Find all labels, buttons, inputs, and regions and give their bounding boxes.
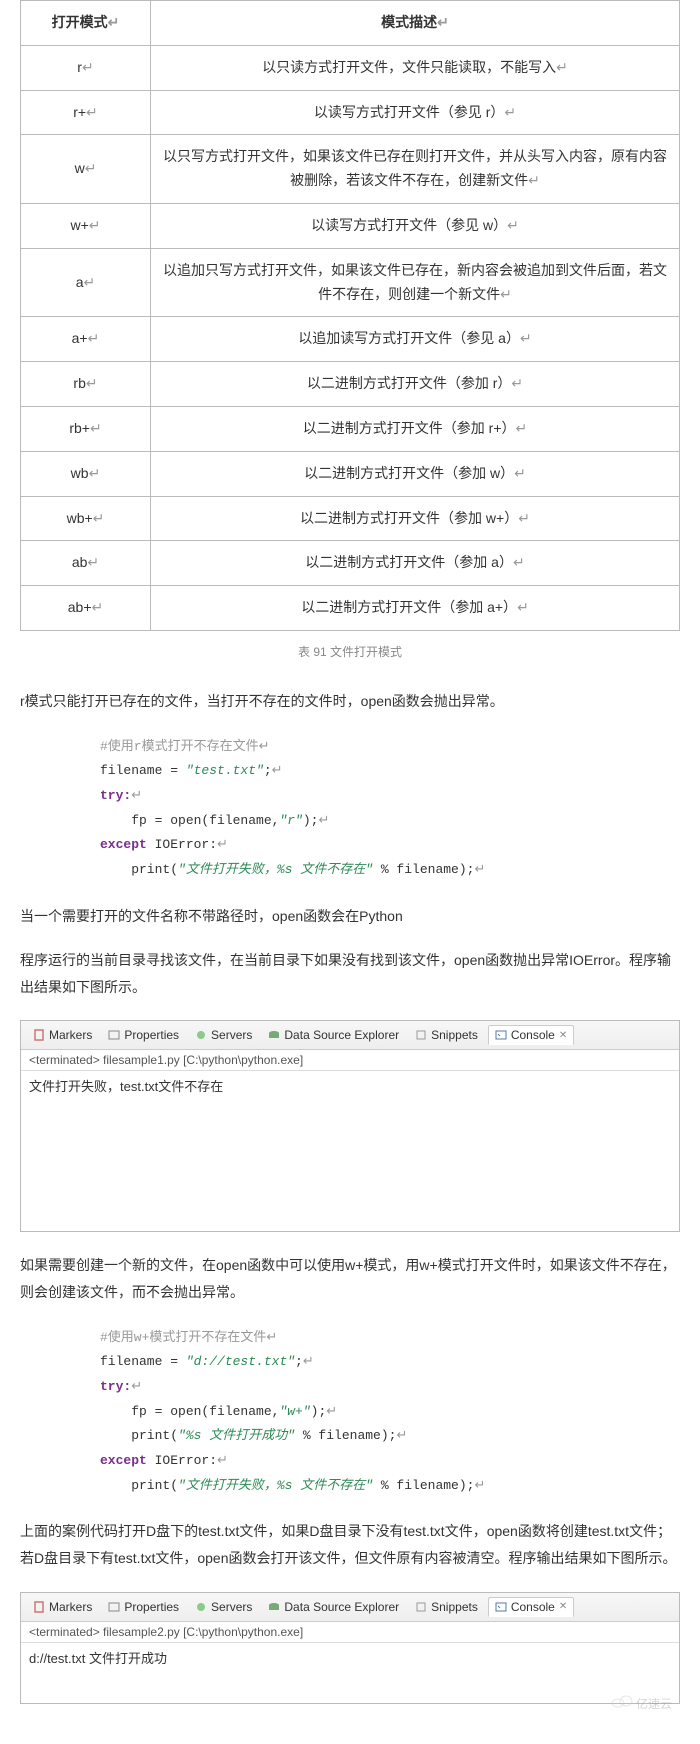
- console-status: <terminated> filesample2.py [C:\python\p…: [21, 1622, 679, 1643]
- table-row: rb↵以二进制方式打开文件（参加 r）↵: [21, 362, 680, 407]
- console-output: d://test.txt 文件打开成功: [21, 1643, 679, 1703]
- paragraph: 上面的案例代码打开D盘下的test.txt文件，如果D盘目录下没有test.tx…: [20, 1518, 680, 1571]
- table-row: wb↵以二进制方式打开文件（参加 w）↵: [21, 451, 680, 496]
- table-row: a+↵以追加读写方式打开文件（参见 a）↵: [21, 317, 680, 362]
- paragraph: 当一个需要打开的文件名称不带路径时，open函数会在Python: [20, 903, 680, 930]
- table-row: r+↵以读写方式打开文件（参见 r）↵: [21, 90, 680, 135]
- server-icon: [195, 1029, 207, 1041]
- paragraph: 如果需要创建一个新的文件，在open函数中可以使用w+模式，用w+模式打开文件时…: [20, 1252, 680, 1305]
- cloud-icon: [611, 1694, 633, 1708]
- table-header-row: 打开模式↵ 模式描述↵: [21, 1, 680, 46]
- console-icon: [495, 1029, 507, 1041]
- tab-servers[interactable]: Servers: [189, 1598, 258, 1616]
- tab-markers[interactable]: Markers: [27, 1026, 98, 1044]
- tab-properties[interactable]: Properties: [102, 1598, 185, 1616]
- tab-console[interactable]: Console ✕: [488, 1025, 574, 1045]
- database-icon: [268, 1601, 280, 1613]
- header-desc: 模式描述↵: [151, 1, 680, 46]
- file-mode-table: 打开模式↵ 模式描述↵ r↵以只读方式打开文件，文件只能读取，不能写入↵ r+↵…: [20, 0, 680, 631]
- code-sample-2: #使用w+模式打开不存在文件↵ filename = "d://test.txt…: [100, 1326, 680, 1499]
- tab-snippets[interactable]: Snippets: [409, 1598, 484, 1616]
- ide-console-1: Markers Properties Servers Data Source E…: [20, 1020, 680, 1232]
- tab-markers[interactable]: Markers: [27, 1598, 98, 1616]
- console-output: 文件打开失败，test.txt文件不存在: [21, 1071, 679, 1231]
- paragraph: r模式只能打开已存在的文件，当打开不存在的文件时，open函数会抛出异常。: [20, 688, 680, 715]
- table-row: ab↵以二进制方式打开文件（参加 a）↵: [21, 541, 680, 586]
- document-body: 打开模式↵ 模式描述↵ r↵以只读方式打开文件，文件只能读取，不能写入↵ r+↵…: [0, 0, 700, 1744]
- table-row: w↵以只写方式打开文件，如果该文件已存在则打开文件，并从头写入内容，原有内容被删…: [21, 135, 680, 204]
- table-row: wb+↵以二进制方式打开文件（参加 w+）↵: [21, 496, 680, 541]
- properties-icon: [108, 1029, 120, 1041]
- table-row: a↵以追加只写方式打开文件，如果该文件已存在，新内容会被追加到文件后面，若文件不…: [21, 248, 680, 317]
- database-icon: [268, 1029, 280, 1041]
- snippet-icon: [415, 1029, 427, 1041]
- tab-data-source-explorer[interactable]: Data Source Explorer: [262, 1026, 405, 1044]
- table-row: r↵以只读方式打开文件，文件只能读取，不能写入↵: [21, 45, 680, 90]
- bookmark-icon: [33, 1029, 45, 1041]
- ide-tab-bar: Markers Properties Servers Data Source E…: [21, 1593, 679, 1622]
- header-mode: 打开模式↵: [21, 1, 151, 46]
- table-body: r↵以只读方式打开文件，文件只能读取，不能写入↵ r+↵以读写方式打开文件（参见…: [21, 45, 680, 630]
- tab-data-source-explorer[interactable]: Data Source Explorer: [262, 1598, 405, 1616]
- tab-console[interactable]: Console ✕: [488, 1597, 574, 1617]
- ide-tab-bar: Markers Properties Servers Data Source E…: [21, 1021, 679, 1050]
- table-row: ab+↵以二进制方式打开文件（参加 a+）↵: [21, 586, 680, 631]
- close-icon[interactable]: ✕: [559, 1601, 567, 1612]
- tab-servers[interactable]: Servers: [189, 1026, 258, 1044]
- tab-snippets[interactable]: Snippets: [409, 1026, 484, 1044]
- table-caption: 表 91 文件打开模式: [20, 643, 680, 660]
- properties-icon: [108, 1601, 120, 1613]
- table-row: rb+↵以二进制方式打开文件（参加 r+）↵: [21, 406, 680, 451]
- paragraph: 程序运行的当前目录寻找该文件，在当前目录下如果没有找到该文件，open函数抛出异…: [20, 947, 680, 1000]
- console-icon: [495, 1601, 507, 1613]
- code-sample-1: #使用r模式打开不存在文件↵ filename = "test.txt";↵ t…: [100, 735, 680, 883]
- close-icon[interactable]: ✕: [559, 1030, 567, 1041]
- bookmark-icon: [33, 1601, 45, 1613]
- snippet-icon: [415, 1601, 427, 1613]
- server-icon: [195, 1601, 207, 1613]
- watermark-logo: 亿速云: [611, 1694, 672, 1712]
- table-row: w+↵以读写方式打开文件（参见 w）↵: [21, 203, 680, 248]
- console-status: <terminated> filesample1.py [C:\python\p…: [21, 1050, 679, 1071]
- tab-properties[interactable]: Properties: [102, 1026, 185, 1044]
- ide-console-2: Markers Properties Servers Data Source E…: [20, 1592, 680, 1704]
